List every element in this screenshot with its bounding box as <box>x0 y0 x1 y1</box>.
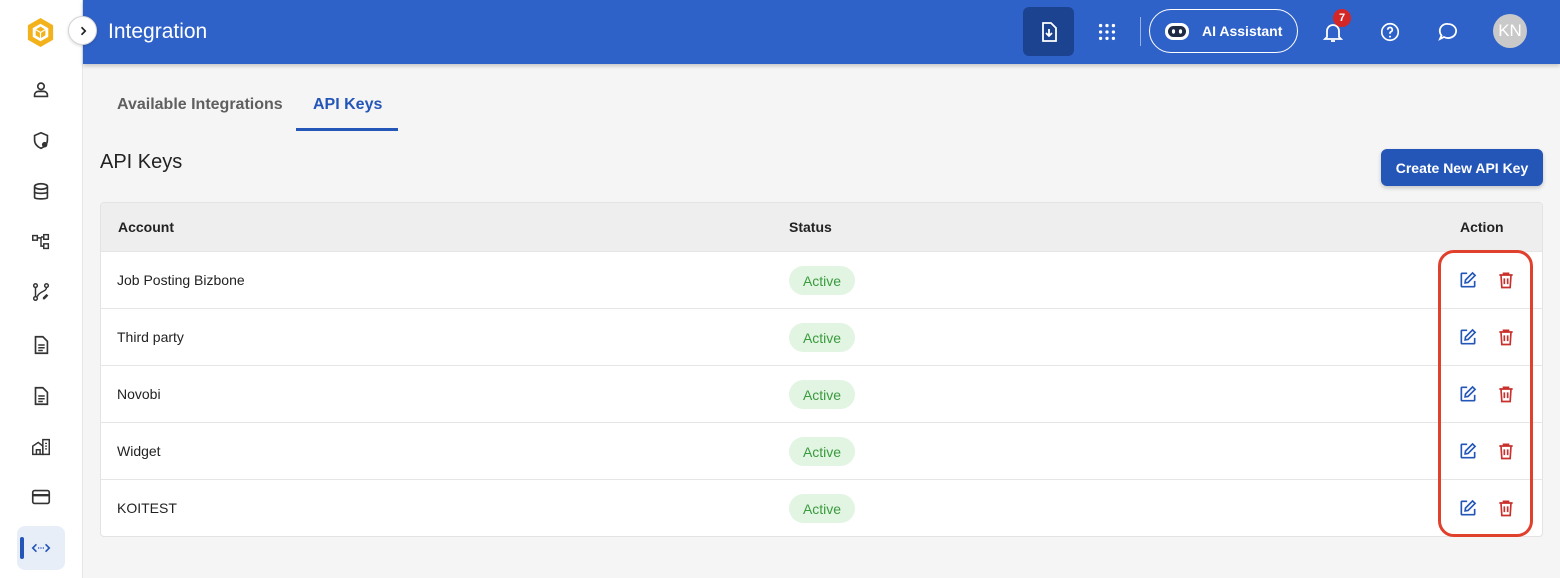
sidebar-toggle-button[interactable] <box>68 16 97 45</box>
table-row: KOITEST Active <box>101 479 1542 536</box>
page-title: Integration <box>108 20 208 43</box>
robot-icon <box>1165 23 1189 40</box>
help-icon <box>1380 22 1400 42</box>
delete-icon[interactable] <box>1496 384 1516 404</box>
table-row: Widget Active <box>101 422 1542 479</box>
delete-icon[interactable] <box>1496 270 1516 290</box>
active-tab-underline <box>296 128 398 131</box>
active-indicator <box>20 537 24 559</box>
ai-assistant-label: AI Assistant <box>1202 23 1283 39</box>
account-name: Third party <box>117 329 184 345</box>
sidebar-item-integration[interactable] <box>17 526 65 570</box>
git-branch-icon <box>32 283 50 301</box>
workflow-icon <box>32 233 50 250</box>
edit-icon[interactable] <box>1458 384 1478 404</box>
sidebar-item-billing[interactable] <box>17 475 65 519</box>
download-button[interactable] <box>1023 7 1074 56</box>
column-header-account: Account <box>118 219 174 235</box>
status-badge: Active <box>789 323 855 352</box>
shield-icon <box>33 131 49 150</box>
user-icon <box>33 82 49 98</box>
table-row: Job Posting Bizbone Active <box>101 251 1542 308</box>
status-badge: Active <box>789 266 855 295</box>
user-avatar[interactable]: KN <box>1493 14 1527 48</box>
delete-icon[interactable] <box>1496 498 1516 518</box>
sidebar-item-reports[interactable] <box>17 374 65 418</box>
status-badge: Active <box>789 437 855 466</box>
sidebar-item-documents[interactable] <box>17 323 65 367</box>
delete-icon[interactable] <box>1496 327 1516 347</box>
app-logo-icon[interactable] <box>24 16 57 49</box>
sidebar-item-users[interactable] <box>17 68 65 112</box>
account-name: Widget <box>117 443 161 459</box>
sidebar-item-database[interactable] <box>17 170 65 214</box>
column-header-status: Status <box>789 219 832 235</box>
table-row: Third party Active <box>101 308 1542 365</box>
tab-api-keys[interactable]: API Keys <box>313 96 382 114</box>
ai-assistant-button[interactable]: AI Assistant <box>1149 9 1298 53</box>
account-name: Novobi <box>117 386 161 402</box>
chevron-right-icon <box>80 26 86 35</box>
building-icon <box>32 438 50 456</box>
edit-icon[interactable] <box>1458 327 1478 347</box>
document-icon <box>34 335 49 355</box>
column-header-action: Action <box>1460 219 1504 235</box>
edit-icon[interactable] <box>1458 441 1478 461</box>
account-name: KOITEST <box>117 500 177 516</box>
notification-badge: 7 <box>1333 9 1351 27</box>
document-alt-icon <box>34 386 49 406</box>
tab-available-integrations[interactable]: Available Integrations <box>117 96 283 114</box>
status-badge: Active <box>789 380 855 409</box>
create-api-key-button[interactable]: Create New API Key <box>1381 149 1543 186</box>
delete-icon[interactable] <box>1496 441 1516 461</box>
sidebar-item-workflow[interactable] <box>17 220 65 264</box>
table-row: Novobi Active <box>101 365 1542 422</box>
chat-icon <box>1438 23 1457 41</box>
credit-card-icon <box>31 489 51 505</box>
edit-icon[interactable] <box>1458 270 1478 290</box>
account-name: Job Posting Bizbone <box>117 272 245 288</box>
help-button[interactable] <box>1376 18 1404 46</box>
api-keys-table: Account Status Action Job Posting Bizbon… <box>100 202 1543 537</box>
section-title: API Keys <box>100 151 183 173</box>
status-badge: Active <box>789 494 855 523</box>
sidebar <box>0 0 83 578</box>
grid-icon <box>1098 23 1116 41</box>
top-header: Integration AI Assistant 7 KN <box>83 0 1560 64</box>
file-download-icon <box>1041 21 1057 42</box>
edit-icon[interactable] <box>1458 498 1478 518</box>
sidebar-item-security[interactable] <box>17 119 65 163</box>
database-icon <box>33 182 49 200</box>
chat-button[interactable] <box>1434 18 1462 46</box>
sidebar-item-company[interactable] <box>17 425 65 469</box>
apps-grid-button[interactable] <box>1093 18 1121 46</box>
table-header: Account Status Action <box>101 203 1542 251</box>
header-divider <box>1140 17 1141 46</box>
code-arrows-icon <box>31 543 51 553</box>
sidebar-item-branches[interactable] <box>17 270 65 314</box>
